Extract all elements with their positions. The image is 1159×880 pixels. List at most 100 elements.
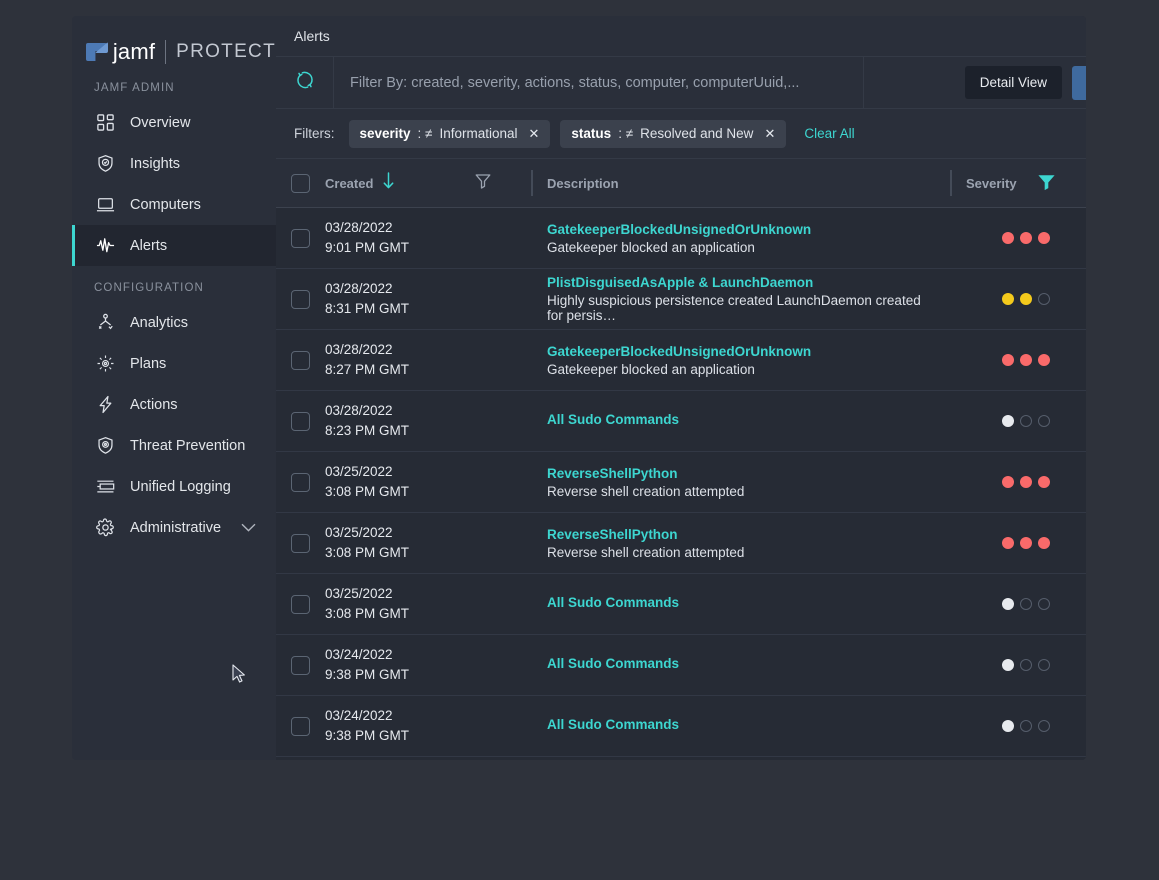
table-row[interactable]: 03/28/2022 8:23 PM GMT All Sudo Commands — [276, 391, 1086, 452]
row-checkbox[interactable] — [291, 472, 310, 492]
filter-chip-severity[interactable]: severity : ≠ Informational ✕ — [348, 119, 551, 148]
funnel-icon[interactable] — [1037, 173, 1056, 194]
cell-severity — [966, 232, 1086, 244]
row-checkbox[interactable] — [291, 716, 310, 736]
select-all-checkbox[interactable] — [291, 173, 310, 193]
sidebar-item-actions[interactable]: Actions — [72, 384, 276, 425]
severity-dot-red — [1020, 476, 1032, 488]
sidebar-item-label: Threat Prevention — [130, 437, 246, 454]
column-label-created: Created — [325, 175, 374, 191]
table-row[interactable]: 03/25/2022 3:08 PM GMT ReverseShellPython R… — [276, 452, 1086, 513]
sidebar-item-administrative[interactable]: Administrative — [72, 507, 276, 548]
sidebar-group-config-label: CONFIGURATION — [94, 282, 204, 294]
alert-title-link[interactable]: GatekeeperBlockedUnsignedOrUnknown — [547, 222, 940, 237]
column-filter-created[interactable] — [475, 173, 531, 194]
lightning-icon — [94, 394, 116, 416]
created-date: 03/28/2022 — [325, 403, 393, 419]
column-header-description[interactable]: Description — [547, 176, 950, 191]
table-row[interactable]: 03/24/2022 9:38 PM GMT All Sudo Commands — [276, 696, 1086, 757]
sidebar-item-analytics[interactable]: Analytics — [72, 302, 276, 343]
row-checkbox-cell[interactable] — [276, 716, 325, 736]
clear-all-button[interactable]: Clear All — [804, 126, 854, 141]
sidebar-item-plans[interactable]: Plans — [72, 343, 276, 384]
column-header-created[interactable]: Created — [325, 171, 475, 195]
column-header-severity[interactable]: Severity — [966, 173, 1086, 194]
detail-view-button[interactable]: Detail View — [964, 66, 1062, 99]
table-row[interactable]: 03/25/2022 3:08 PM GMT ReverseShellPython R… — [276, 513, 1086, 574]
row-checkbox-cell[interactable] — [276, 655, 325, 675]
row-checkbox[interactable] — [291, 411, 310, 431]
toolbar-actions: Detail View — [864, 57, 1086, 109]
close-icon[interactable]: ✕ — [529, 126, 540, 142]
alert-description: Reverse shell creation attempted — [547, 544, 745, 560]
table-row[interactable]: 03/24/2022 9:38 PM GMT All Sudo Commands — [276, 635, 1086, 696]
cell-description: All Sudo Commands — [547, 412, 950, 430]
filter-chip-status[interactable]: status : ≠ Resolved and New ✕ — [560, 119, 787, 148]
row-checkbox[interactable] — [291, 228, 310, 248]
row-checkbox-cell[interactable] — [276, 350, 325, 370]
grid-icon — [94, 112, 116, 134]
cell-created: 03/24/2022 9:38 PM GMT — [325, 645, 475, 684]
column-label-severity: Severity — [966, 175, 1017, 191]
alert-title-link[interactable]: GatekeeperBlockedUnsignedOrUnknown — [547, 344, 940, 359]
sidebar-item-insights[interactable]: Insights — [72, 143, 276, 184]
created-time: 3:08 PM GMT — [325, 606, 410, 621]
alert-description: Reverse shell creation attempted — [547, 483, 745, 499]
sidebar-item-label: Unified Logging — [130, 478, 231, 495]
refresh-button[interactable] — [276, 56, 334, 109]
row-checkbox-cell[interactable] — [276, 289, 325, 309]
table-row[interactable]: 03/28/2022 9:01 PM GMT GatekeeperBlockedUn… — [276, 208, 1086, 269]
primary-action-button[interactable] — [1072, 65, 1086, 100]
alert-title-link[interactable]: All Sudo Commands — [547, 717, 940, 732]
pulse-icon — [94, 235, 116, 257]
sidebar-item-overview[interactable]: Overview — [72, 102, 276, 143]
sidebar-item-threat-prevention[interactable]: Threat Prevention — [72, 425, 276, 466]
alert-title-link[interactable]: All Sudo Commands — [547, 656, 940, 671]
cell-created: 03/28/2022 8:31 PM GMT — [325, 279, 475, 318]
sidebar-item-alerts[interactable]: Alerts — [72, 225, 276, 266]
arrow-down-icon[interactable] — [382, 171, 395, 195]
filter-search-input[interactable]: Filter By: created, severity, actions, s… — [334, 56, 864, 109]
chip-operator: : ≠ — [417, 126, 433, 141]
row-checkbox-cell[interactable] — [276, 228, 325, 248]
row-checkbox-cell[interactable] — [276, 594, 325, 614]
alert-title-link[interactable]: ReverseShellPython — [547, 527, 940, 542]
sidebar-item-computers[interactable]: Computers — [72, 184, 276, 225]
row-checkbox[interactable] — [291, 655, 310, 675]
created-date: 03/25/2022 — [325, 464, 393, 480]
shield-check-icon — [94, 153, 116, 175]
severity-dot-yellow — [1002, 293, 1014, 305]
alert-title-link[interactable]: All Sudo Commands — [547, 412, 940, 427]
table-row[interactable]: 03/28/2022 8:27 PM GMT GatekeeperBlockedUn… — [276, 330, 1086, 391]
close-icon[interactable]: ✕ — [764, 126, 775, 142]
alert-title-link[interactable]: ReverseShellPython — [547, 466, 940, 481]
row-checkbox[interactable] — [291, 350, 310, 370]
brand-logo: jamf PROTECT — [72, 16, 276, 66]
alert-title-link[interactable]: All Sudo Commands — [547, 595, 940, 610]
cell-description: All Sudo Commands — [547, 595, 950, 613]
row-checkbox-cell[interactable] — [276, 472, 325, 492]
row-checkbox[interactable] — [291, 289, 310, 309]
created-time: 8:31 PM GMT — [325, 301, 410, 316]
funnel-icon[interactable] — [475, 173, 491, 194]
severity-dot-red — [1020, 354, 1032, 366]
row-checkbox-cell[interactable] — [276, 533, 325, 553]
alert-description: Highly suspicious persistence created La… — [547, 293, 921, 323]
sidebar-item-unified-logging[interactable]: Unified Logging — [72, 466, 276, 507]
row-checkbox[interactable] — [291, 533, 310, 553]
sidebar-item-label: Plans — [130, 355, 167, 372]
cell-severity — [966, 537, 1086, 549]
chevron-down-icon[interactable] — [241, 520, 256, 536]
cell-description: ReverseShellPython Reverse shell creation… — [547, 466, 950, 499]
main-panel: Alerts Filter By: created, severity, act… — [276, 16, 1086, 760]
alert-title-link[interactable]: PlistDisguisedAsApple & LaunchDaemon — [547, 275, 940, 290]
severity-dot-white — [1002, 659, 1014, 671]
table-row[interactable]: 03/25/2022 3:08 PM GMT All Sudo Commands — [276, 574, 1086, 635]
select-all-checkbox-cell[interactable] — [276, 173, 325, 193]
row-checkbox[interactable] — [291, 594, 310, 614]
chip-key: severity — [359, 126, 411, 141]
table-row[interactable]: 03/28/2022 8:31 PM GMT PlistDisguisedAsApp… — [276, 269, 1086, 330]
cell-created: 03/28/2022 8:27 PM GMT — [325, 340, 475, 379]
severity-dot-red — [1020, 537, 1032, 549]
row-checkbox-cell[interactable] — [276, 411, 325, 431]
